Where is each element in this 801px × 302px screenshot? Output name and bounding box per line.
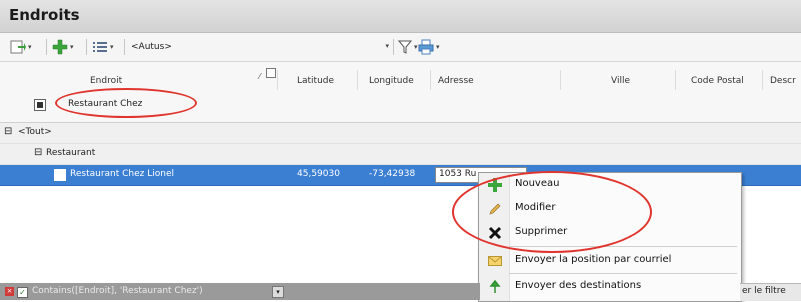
clear-filter-area: er le filtre	[740, 283, 801, 301]
column-header-adresse[interactable]: Adresse	[438, 76, 474, 86]
add-button[interactable]: ▾	[52, 39, 74, 55]
column-divider	[357, 70, 358, 90]
column-divider	[430, 70, 431, 90]
list-icon	[93, 42, 107, 52]
destination-arrow-icon	[487, 279, 503, 295]
clear-filter-button[interactable]: er le filtre	[742, 286, 786, 296]
row-checkbox[interactable]	[54, 169, 66, 181]
collapse-icon[interactable]: ⊟	[4, 126, 12, 137]
chevron-down-icon: ▾	[385, 42, 389, 50]
funnel-icon	[398, 40, 412, 54]
export-icon	[10, 40, 26, 54]
annotation-circle	[452, 171, 652, 253]
group-row-all[interactable]: ⊟ <Tout>	[0, 123, 801, 144]
list-view-button[interactable]: ▾	[92, 39, 114, 55]
group-label: <Tout>	[18, 127, 52, 137]
column-header-description[interactable]: Descr	[770, 76, 796, 86]
filter-row-checkbox[interactable]	[34, 99, 46, 111]
chevron-down-icon: ▾	[110, 43, 114, 51]
column-header-longitude[interactable]: Longitude	[369, 76, 414, 86]
menu-item-label: Envoyer la position par courriel	[515, 254, 672, 265]
toolbar-divider	[86, 39, 87, 55]
filter-expression: Contains([Endroit], 'Restaurant Chez')	[32, 286, 203, 296]
chevron-down-icon: ▾	[70, 43, 74, 51]
toolbar-divider	[124, 39, 125, 55]
column-header-endroit[interactable]: Endroit	[90, 76, 122, 86]
cell-adresse: 1053 Ru	[439, 169, 477, 179]
column-divider	[762, 70, 763, 90]
column-header-latitude[interactable]: Latitude	[297, 76, 334, 86]
filter-enable-checkbox[interactable]: ✓	[17, 287, 28, 298]
view-selector[interactable]: <Autus> ▾	[131, 39, 389, 55]
column-divider	[675, 70, 676, 90]
chevron-down-icon[interactable]: ▾	[272, 286, 284, 298]
menu-item-label: Envoyer des destinations	[515, 280, 642, 291]
group-row-restaurant[interactable]: ⊟ Restaurant	[0, 144, 801, 165]
menu-item-envoyer-destinations[interactable]: Envoyer des destinations	[479, 275, 741, 299]
chevron-down-icon: ▾	[414, 43, 418, 51]
plus-icon	[52, 39, 68, 55]
toolbar-divider	[393, 39, 394, 55]
collapse-icon[interactable]: ⊟	[34, 147, 42, 158]
title-bar: Endroits	[0, 0, 801, 33]
column-divider	[560, 70, 561, 90]
menu-divider	[509, 273, 737, 274]
cell-latitude: 45,59030	[297, 169, 340, 179]
sort-icon[interactable]: ⁄	[259, 72, 260, 81]
filter-button[interactable]: ▾	[398, 39, 418, 55]
column-filter-icon[interactable]	[266, 68, 276, 78]
column-header-code-postal[interactable]: Code Postal	[691, 76, 744, 86]
view-selector-value: <Autus>	[131, 42, 172, 52]
menu-item-envoyer-position[interactable]: Envoyer la position par courriel	[479, 249, 741, 273]
toolbar: ▾ ▾ ▾ <Autus> ▾ ▾ ▾	[0, 33, 801, 62]
group-label: Restaurant	[46, 148, 96, 158]
toolbar-divider	[46, 39, 47, 55]
filter-status-bar: × ✓ Contains([Endroit], 'Restaurant Chez…	[0, 283, 480, 300]
chevron-down-icon: ▾	[28, 43, 32, 51]
print-button[interactable]: ▾	[418, 39, 440, 55]
chevron-down-icon: ▾	[436, 43, 440, 51]
cell-endroit: Restaurant Chez Lionel	[70, 169, 175, 179]
cell-longitude: -73,42938	[369, 169, 416, 179]
window-title: Endroits	[9, 6, 80, 24]
column-divider	[277, 70, 278, 90]
printer-icon	[418, 39, 434, 55]
column-header-ville[interactable]: Ville	[611, 76, 630, 86]
annotation-circle	[55, 88, 197, 118]
export-button[interactable]: ▾	[10, 39, 32, 55]
close-filter-icon[interactable]: ×	[5, 287, 14, 296]
email-icon	[487, 253, 503, 269]
